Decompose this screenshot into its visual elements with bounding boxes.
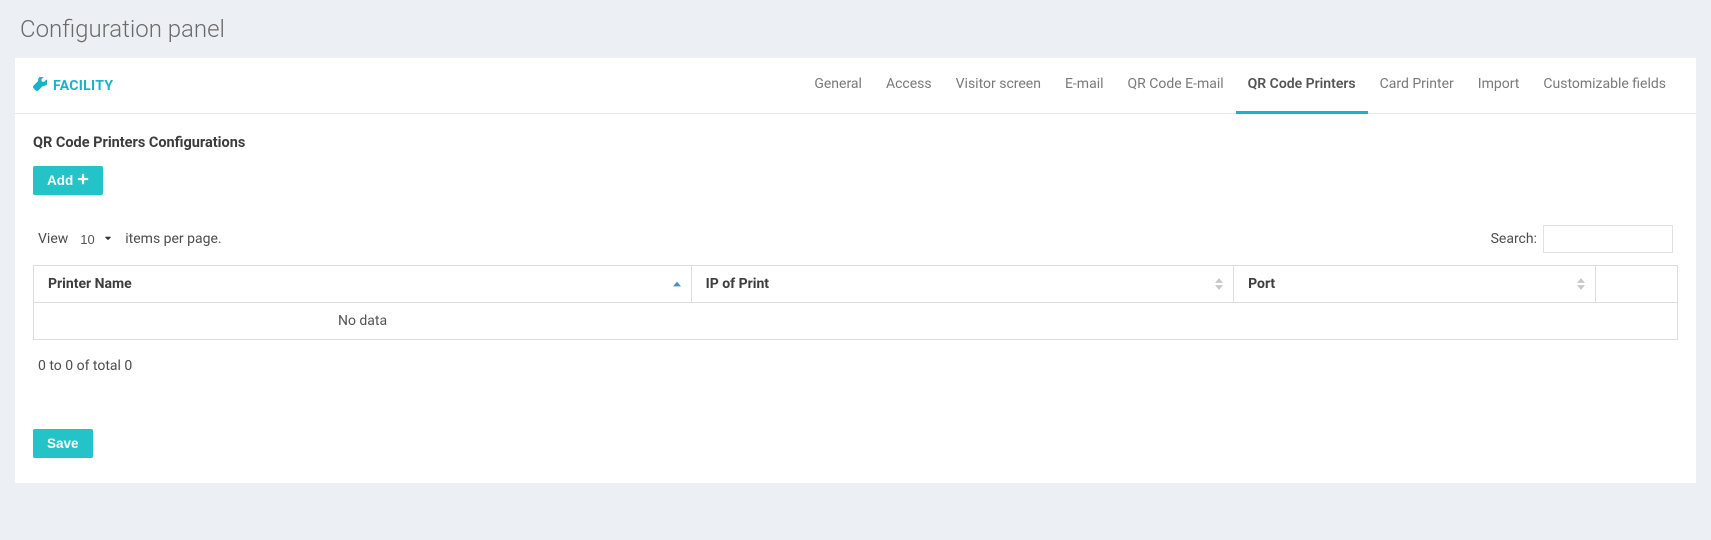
plus-icon bbox=[77, 173, 89, 188]
tab-qr-code-printers[interactable]: QR Code Printers bbox=[1236, 58, 1368, 114]
col-label: Printer Name bbox=[48, 276, 132, 292]
sort-icon bbox=[1215, 278, 1223, 291]
facility-text: FACILITY bbox=[53, 78, 113, 94]
tab-customizable-fields[interactable]: Customizable fields bbox=[1531, 58, 1678, 114]
col-label: Port bbox=[1248, 276, 1275, 292]
config-panel: FACILITY General Access Visitor screen E… bbox=[15, 58, 1696, 483]
empty-cell: No data bbox=[34, 303, 692, 340]
tab-card-printer[interactable]: Card Printer bbox=[1368, 58, 1466, 114]
empty-cell-rest bbox=[691, 303, 1677, 340]
page-title: Configuration panel bbox=[0, 0, 1711, 58]
tab-email[interactable]: E-mail bbox=[1053, 58, 1116, 114]
table-row-empty: No data bbox=[34, 303, 1678, 340]
add-button[interactable]: Add bbox=[33, 166, 103, 195]
tabs: General Access Visitor screen E-mail QR … bbox=[802, 58, 1678, 113]
add-button-label: Add bbox=[47, 173, 73, 188]
panel-body: QR Code Printers Configurations Add View… bbox=[15, 114, 1696, 483]
save-button[interactable]: Save bbox=[33, 429, 93, 458]
items-per-page-label: items per page. bbox=[125, 231, 221, 247]
pagination-info: 0 to 0 of total 0 bbox=[33, 358, 1678, 374]
col-ip-of-print[interactable]: IP of Print bbox=[691, 266, 1234, 303]
wrench-icon bbox=[33, 77, 47, 95]
tab-import[interactable]: Import bbox=[1466, 58, 1532, 114]
col-printer-name[interactable]: Printer Name bbox=[34, 266, 692, 303]
col-actions bbox=[1595, 266, 1677, 303]
panel-header: FACILITY General Access Visitor screen E… bbox=[15, 58, 1696, 114]
tab-visitor-screen[interactable]: Visitor screen bbox=[944, 58, 1053, 114]
col-port[interactable]: Port bbox=[1234, 266, 1596, 303]
section-title: QR Code Printers Configurations bbox=[33, 134, 1678, 151]
tab-access[interactable]: Access bbox=[874, 58, 944, 114]
save-button-label: Save bbox=[47, 436, 79, 451]
view-label: View bbox=[38, 231, 68, 247]
search-wrap: Search: bbox=[1491, 225, 1673, 253]
search-label: Search: bbox=[1491, 231, 1537, 247]
search-input[interactable] bbox=[1543, 225, 1673, 253]
view-select: View 10 items per page. bbox=[38, 230, 222, 249]
items-per-page-select[interactable]: 10 bbox=[76, 230, 117, 249]
col-label: IP of Print bbox=[706, 276, 769, 292]
controls-row: View 10 items per page. Search: bbox=[33, 225, 1678, 253]
tab-general[interactable]: General bbox=[802, 58, 874, 114]
printers-table: Printer Name IP of Print Port bbox=[33, 265, 1678, 340]
sort-icon bbox=[1577, 278, 1585, 291]
sort-asc-icon bbox=[673, 281, 681, 287]
tab-qr-code-email[interactable]: QR Code E-mail bbox=[1116, 58, 1236, 114]
facility-label: FACILITY bbox=[33, 77, 113, 95]
